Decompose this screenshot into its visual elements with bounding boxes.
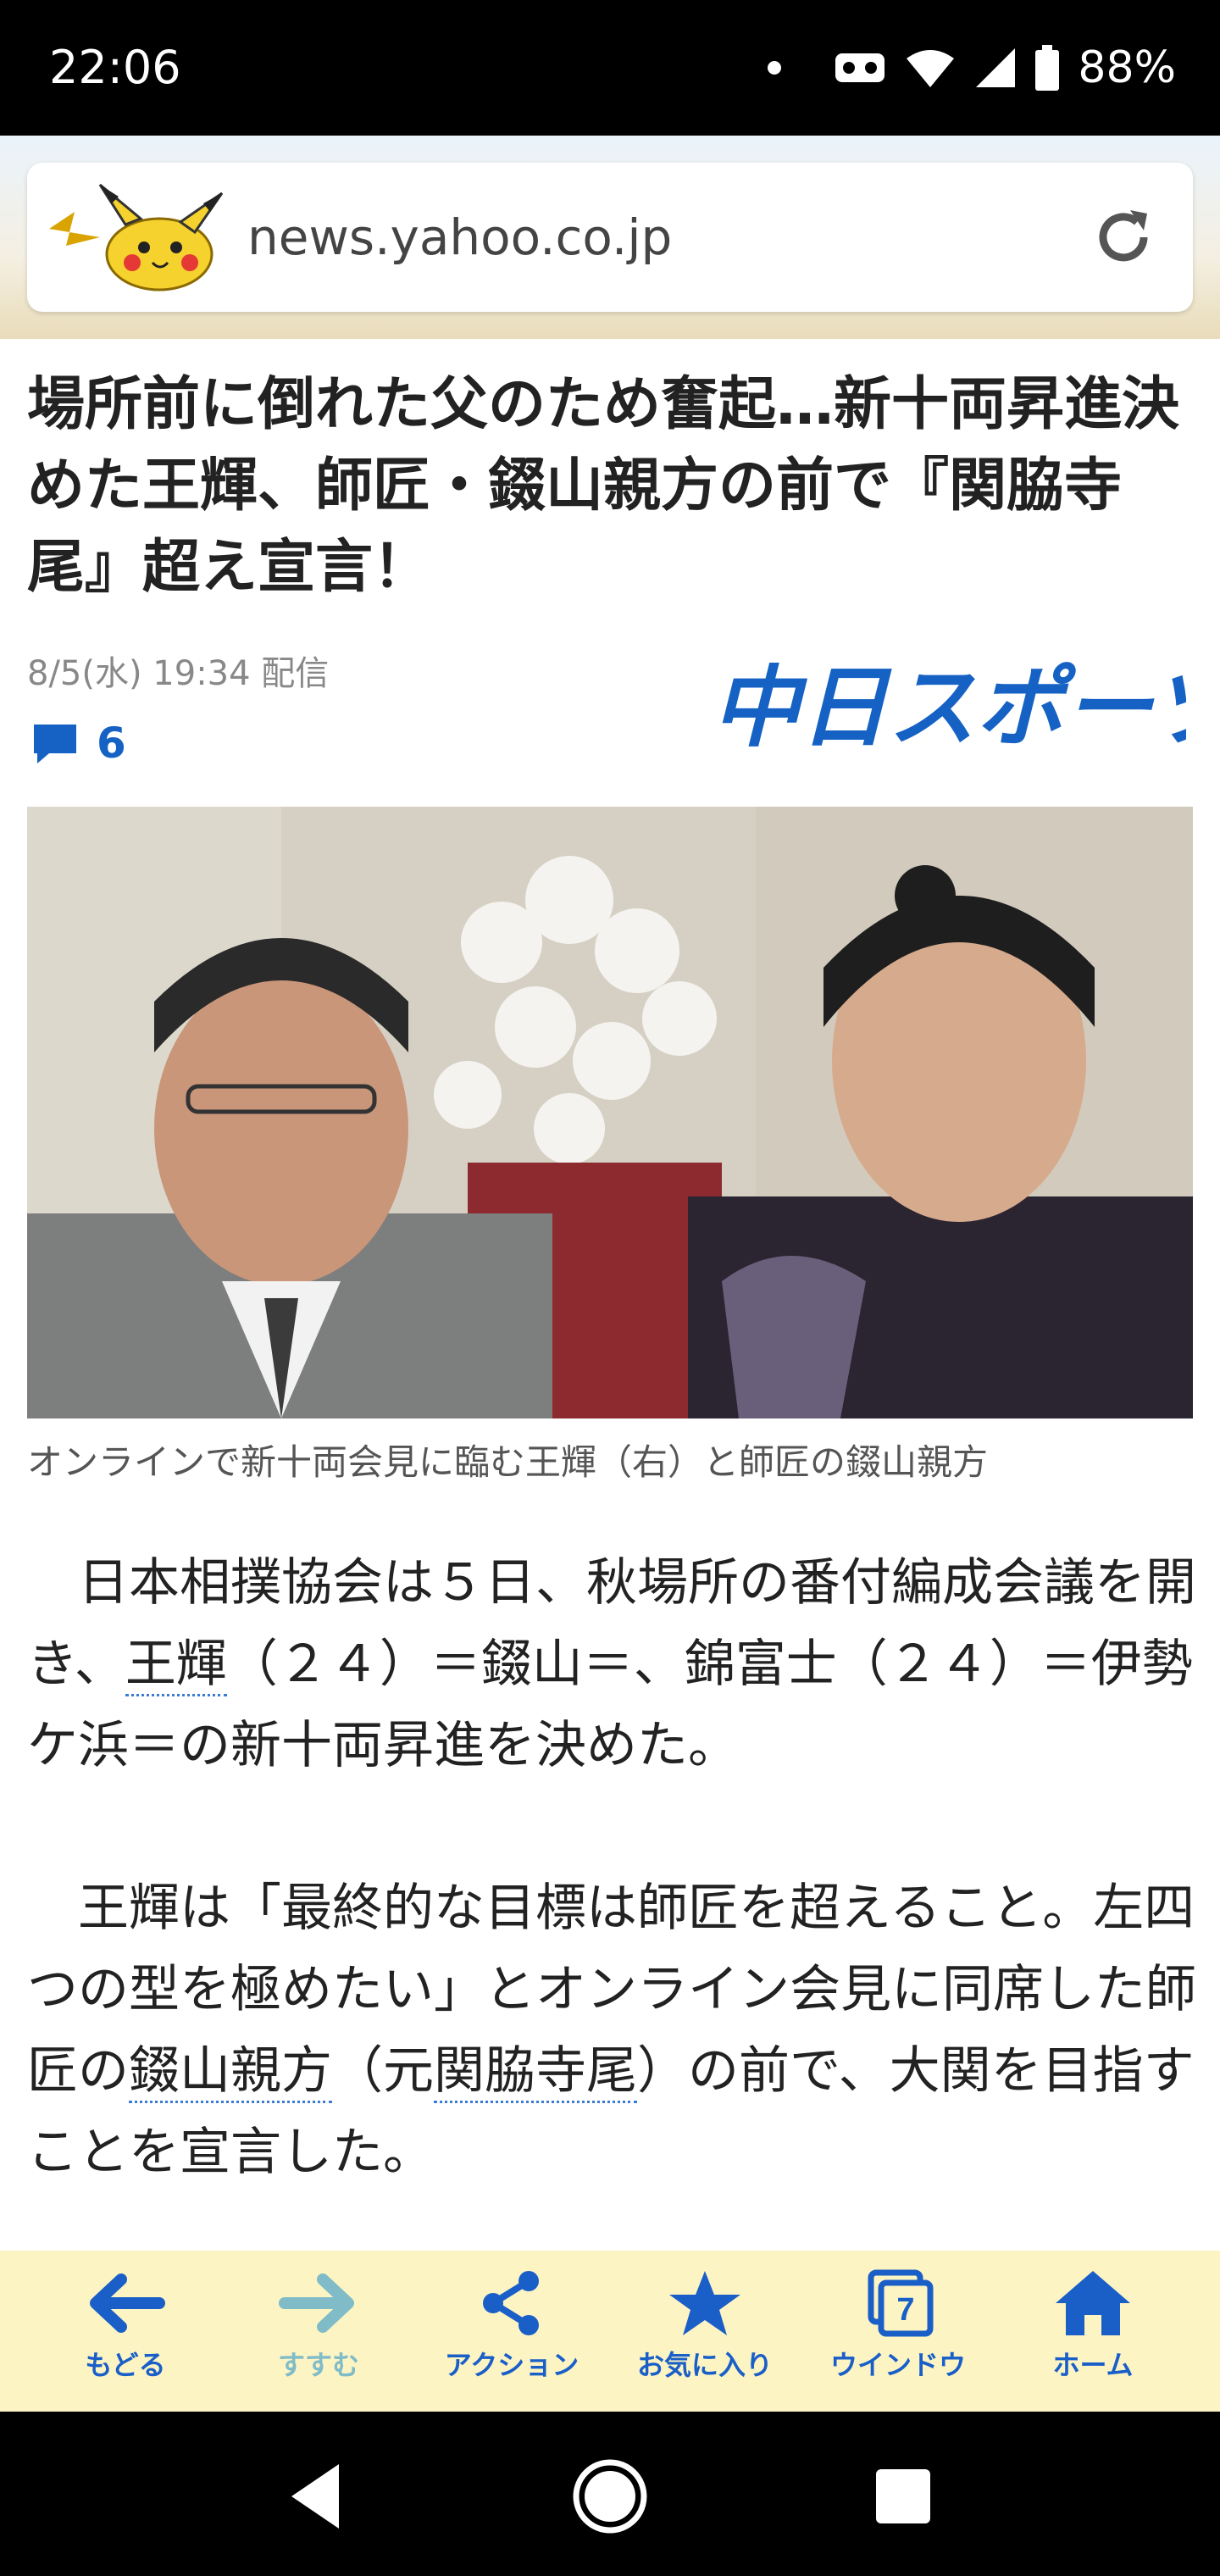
status-icons: 88%	[768, 41, 1176, 95]
article-title: 場所前に倒れた父のため奮起…新十両昇進決めた王輝、師匠・錣山親方の前で『関脇寺尾…	[27, 371, 1180, 601]
browser-toolbar: もどる すすむ アクション お気に入り 7 ウインドウ ホーム	[0, 2251, 1220, 2412]
nav-home-icon[interactable]	[568, 2454, 652, 2539]
action-button[interactable]: アクション	[435, 2269, 588, 2405]
chunichi-sports-logo[interactable]: 中日スポーツ	[712, 658, 1186, 759]
paragraph-2: 王輝は「最終的な目標は師匠を超えること。左四つの型を極めたい」とオンライン会見に…	[27, 1879, 1196, 2182]
forward-button[interactable]: すすむ	[242, 2269, 395, 2405]
article-photo[interactable]	[27, 807, 1193, 1418]
url-text[interactable]: news.yahoo.co.jp	[247, 210, 672, 264]
star-icon	[669, 2271, 740, 2335]
link-oki[interactable]: 王輝	[125, 1635, 227, 1696]
comment-count[interactable]: 6	[97, 719, 126, 768]
arrow-left-icon	[90, 2273, 165, 2333]
photo-caption: オンラインで新十両会見に臨む王輝（右）と師匠の錣山親方	[27, 1441, 989, 1483]
photo-illustration	[27, 807, 1193, 1418]
signal-icon	[976, 48, 1016, 87]
favorites-button[interactable]: お気に入り	[629, 2269, 781, 2405]
window-button[interactable]: 7 ウインドウ	[822, 2269, 974, 2405]
back-button[interactable]: もどる	[49, 2269, 202, 2405]
article-date: 8/5(水) 19:34 配信	[27, 654, 330, 693]
battery-percent: 88%	[1078, 42, 1176, 93]
arrow-right-icon	[279, 2273, 354, 2333]
notification-dot-icon	[768, 61, 782, 75]
window-count: 7	[896, 2292, 914, 2328]
comments-link[interactable]: 6	[30, 719, 126, 768]
nav-back-icon[interactable]	[273, 2454, 358, 2539]
mascot-icon	[49, 183, 224, 291]
paragraph-1: 日本相撲協会は５日、秋場所の番付編成会議を開き、王輝（２４）＝錣山＝、錦富士（２…	[27, 1553, 1196, 1775]
address-bar[interactable]: news.yahoo.co.jp	[27, 163, 1193, 312]
share-icon	[483, 2271, 539, 2335]
nav-recents-icon[interactable]	[861, 2454, 946, 2539]
home-button[interactable]: ホーム	[1017, 2269, 1169, 2405]
system-nav-bar	[0, 2412, 1220, 2576]
svg-text:中日スポーツ: 中日スポーツ	[712, 659, 1186, 758]
status-time: 22:06	[49, 41, 181, 94]
battery-icon	[1035, 45, 1060, 91]
wifi-icon	[907, 50, 955, 87]
vr-icon	[835, 53, 885, 82]
link-shikoroyama[interactable]: 錣山親方	[129, 2041, 332, 2103]
status-bar: 22:06 88%	[0, 0, 1220, 136]
article-body: 日本相撲協会は５日、秋場所の番付編成会議を開き、王輝（２４）＝錣山＝、錦富士（２…	[27, 1542, 1196, 2274]
link-terao[interactable]: 関脇寺尾	[434, 2041, 637, 2103]
home-icon	[1056, 2271, 1130, 2335]
windows-icon: 7	[868, 2269, 934, 2337]
reload-icon[interactable]	[1088, 202, 1159, 273]
comment-bubble-icon	[34, 724, 76, 763]
